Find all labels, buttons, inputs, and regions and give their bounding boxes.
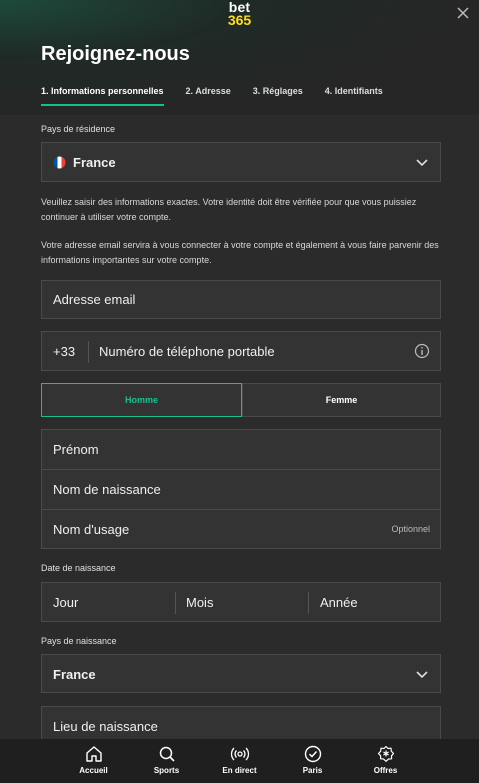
- tab-address[interactable]: 2. Adresse: [186, 86, 231, 106]
- france-flag-icon: [53, 156, 66, 169]
- dob-label: Date de naissance: [41, 563, 116, 573]
- nav-item-bets[interactable]: Paris: [276, 739, 349, 783]
- first-name-placeholder: Prénom: [53, 442, 99, 457]
- bottom-nav: Accueil Sports En direct Paris Offres: [0, 739, 479, 783]
- birth-place-placeholder: Lieu de naissance: [53, 719, 158, 734]
- live-icon: [230, 747, 249, 761]
- optional-label: Optionnel: [391, 524, 430, 534]
- residence-label: Pays de résidence: [41, 124, 116, 134]
- registration-page: bet 365 Rejoignez-nous 1. Informations p…: [0, 0, 479, 783]
- check-circle-icon: [304, 745, 321, 763]
- residence-select[interactable]: France: [41, 142, 441, 182]
- usage-name-field[interactable]: Nom d'usage Optionnel: [42, 510, 440, 549]
- bet365-logo: bet 365: [0, 0, 479, 28]
- dob-day-placeholder: Jour: [53, 595, 79, 610]
- offers-icon: [377, 745, 394, 762]
- nav-item-sports[interactable]: Sports: [130, 739, 203, 783]
- nav-label: En direct: [222, 766, 257, 775]
- phone-prefix[interactable]: +33: [53, 344, 75, 359]
- birth-country-select[interactable]: France: [41, 654, 441, 693]
- nav-item-offers[interactable]: Offres: [349, 739, 422, 783]
- nav-label: Accueil: [79, 766, 108, 775]
- birth-name-field[interactable]: Nom de naissance: [42, 470, 440, 510]
- dob-year-field[interactable]: Année: [309, 583, 440, 621]
- birth-name-placeholder: Nom de naissance: [53, 482, 161, 497]
- dob-day-field[interactable]: Jour: [42, 583, 174, 621]
- residence-value: France: [73, 155, 116, 170]
- tab-settings[interactable]: 3. Réglages: [253, 86, 303, 106]
- email-info-text: Votre adresse email servira à vous conne…: [41, 240, 439, 265]
- nav-label: Offres: [373, 766, 398, 775]
- logo-line2: 365: [227, 12, 252, 28]
- first-name-field[interactable]: Prénom: [42, 430, 440, 470]
- birth-country-value: France: [53, 667, 96, 682]
- email-field[interactable]: Adresse email: [41, 280, 441, 319]
- dob-month-field[interactable]: Mois: [176, 583, 308, 621]
- phone-placeholder: Numéro de téléphone portable: [99, 344, 275, 359]
- tab-personal-info[interactable]: 1. Informations personnelles: [41, 86, 164, 106]
- phone-field[interactable]: +33 Numéro de téléphone portable: [41, 331, 441, 371]
- step-tabs: 1. Informations personnelles 2. Adresse …: [41, 86, 405, 106]
- identity-info-text: Veuillez saisir des informations exactes…: [41, 197, 417, 222]
- tab-credentials[interactable]: 4. Identifiants: [325, 86, 383, 106]
- page-title: Rejoignez-nous: [41, 43, 190, 65]
- info-icon[interactable]: [414, 343, 430, 359]
- home-icon: [85, 746, 102, 762]
- nav-label: Sports: [153, 766, 180, 775]
- dob-year-placeholder: Année: [320, 595, 358, 610]
- chevron-down-icon: [416, 671, 428, 679]
- gender-male-button[interactable]: Homme: [41, 383, 242, 417]
- phone-divider: [88, 341, 89, 363]
- names-group: Prénom Nom de naissance Nom d'usage Opti…: [41, 429, 441, 549]
- nav-label: Paris: [302, 766, 323, 775]
- email-placeholder: Adresse email: [53, 292, 136, 307]
- gender-female-button[interactable]: Femme: [242, 383, 441, 417]
- close-icon[interactable]: [455, 5, 471, 21]
- nav-item-home[interactable]: Accueil: [57, 739, 130, 783]
- dob-month-placeholder: Mois: [186, 595, 214, 610]
- header: bet 365 Rejoignez-nous 1. Informations p…: [0, 0, 479, 115]
- search-icon: [159, 746, 175, 762]
- birth-country-label: Pays de naissance: [41, 636, 117, 646]
- usage-name-placeholder: Nom d'usage: [53, 522, 130, 537]
- chevron-down-icon: [416, 159, 428, 167]
- nav-item-live[interactable]: En direct: [203, 739, 276, 783]
- dob-field: Jour Mois Année: [41, 582, 441, 622]
